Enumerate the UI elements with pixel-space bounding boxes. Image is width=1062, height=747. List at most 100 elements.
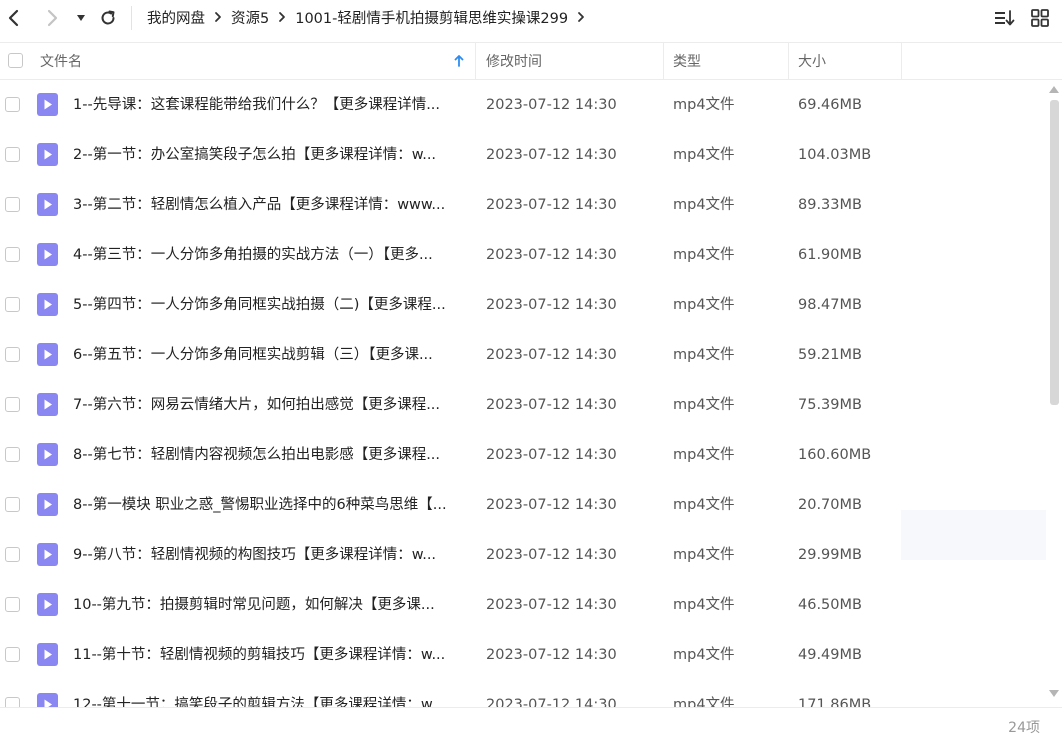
file-size: 20.70MB	[798, 497, 862, 513]
file-modified-time: 2023-07-12 14:30	[486, 497, 617, 513]
breadcrumb-expand-icon[interactable]	[576, 11, 586, 23]
scrollbar-thumb[interactable]	[1050, 100, 1059, 405]
table-row[interactable]: 6--第五节：一人分饰多角同框实战剪辑（三）【更多课... 2023-07-12 …	[0, 330, 1046, 380]
table-row[interactable]: 11--第十节：轻剧情视频的剪辑技巧【更多课程详情：w... 2023-07-12…	[0, 630, 1046, 680]
file-name[interactable]: 4--第三节：一人分饰多角拍摄的实战方法（一）【更多...	[73, 230, 465, 280]
file-name[interactable]: 2--第一节：办公室搞笑段子怎么拍【更多课程详情：w...	[73, 130, 465, 180]
video-file-icon	[37, 393, 58, 416]
file-type: mp4文件	[673, 647, 735, 663]
file-name[interactable]: 11--第十节：轻剧情视频的剪辑技巧【更多课程详情：w...	[73, 630, 465, 680]
column-divider[interactable]	[475, 43, 476, 79]
table-row[interactable]: 7--第六节：网易云情绪大片，如何拍出感觉【更多课程... 2023-07-12 …	[0, 380, 1046, 430]
file-name[interactable]: 8--第一模块 职业之惑_警惕职业选择中的6种菜鸟思维【...	[73, 480, 465, 530]
breadcrumb-item-folder[interactable]: 资源5	[231, 7, 269, 28]
file-name[interactable]: 8--第七节：轻剧情内容视频怎么拍出电影感【更多课程...	[73, 430, 465, 480]
row-checkbox[interactable]	[5, 247, 20, 262]
breadcrumb-separator-icon	[213, 11, 223, 23]
column-header-size-label: 大小	[798, 54, 826, 70]
file-modified-time: 2023-07-12 14:30	[486, 297, 617, 313]
file-type: mp4文件	[673, 547, 735, 563]
file-modified-time: 2023-07-12 14:30	[486, 547, 617, 563]
file-size: 46.50MB	[798, 597, 862, 613]
file-type: mp4文件	[673, 247, 735, 263]
sort-options-button[interactable]	[993, 6, 1017, 30]
column-divider[interactable]	[788, 43, 789, 79]
file-name[interactable]: 7--第六节：网易云情绪大片，如何拍出感觉【更多课程...	[73, 380, 465, 430]
file-type: mp4文件	[673, 497, 735, 513]
history-dropdown-button[interactable]	[73, 8, 89, 28]
breadcrumb-item-current[interactable]: 1001-轻剧情手机拍摄剪辑思维实操课299	[295, 7, 568, 28]
breadcrumb-item-home[interactable]: 我的网盘	[147, 7, 205, 28]
file-size: 61.90MB	[798, 247, 862, 263]
table-row[interactable]: 1--先导课：这套课程能带给我们什么？【更多课程详情... 2023-07-12 …	[0, 80, 1046, 130]
table-row[interactable]: 10--第九节：拍摄剪辑时常见问题，如何解决【更多课... 2023-07-12 …	[0, 580, 1046, 630]
table-row[interactable]: 8--第七节：轻剧情内容视频怎么拍出电影感【更多课程... 2023-07-12 …	[0, 430, 1046, 480]
row-checkbox[interactable]	[5, 597, 20, 612]
row-checkbox[interactable]	[5, 447, 20, 462]
video-file-icon	[37, 543, 58, 566]
row-checkbox[interactable]	[5, 547, 20, 562]
column-header-size[interactable]: 大小	[798, 43, 898, 79]
table-row[interactable]: 9--第八节：轻剧情视频的构图技巧【更多课程详情：w... 2023-07-12 …	[0, 530, 1046, 580]
vertical-scrollbar[interactable]	[1046, 80, 1062, 707]
file-name[interactable]: 10--第九节：拍摄剪辑时常见问题，如何解决【更多课...	[73, 580, 465, 630]
row-checkbox[interactable]	[5, 697, 20, 707]
breadcrumb-separator-icon	[277, 11, 287, 23]
row-checkbox[interactable]	[5, 197, 20, 212]
file-name[interactable]: 6--第五节：一人分饰多角同框实战剪辑（三）【更多课...	[73, 330, 465, 380]
row-checkbox[interactable]	[5, 347, 20, 362]
file-type: mp4文件	[673, 697, 735, 707]
table-row[interactable]: 8--第一模块 职业之惑_警惕职业选择中的6种菜鸟思维【... 2023-07-1…	[0, 480, 1046, 530]
file-name[interactable]: 1--先导课：这套课程能带给我们什么？【更多课程详情...	[73, 80, 465, 130]
select-all-checkbox[interactable]	[8, 53, 23, 68]
row-checkbox[interactable]	[5, 647, 20, 662]
back-button[interactable]	[2, 5, 26, 31]
chevron-right-icon	[47, 9, 58, 27]
row-checkbox[interactable]	[5, 497, 20, 512]
file-modified-time: 2023-07-12 14:30	[486, 697, 617, 707]
file-type: mp4文件	[673, 347, 735, 363]
row-checkbox[interactable]	[5, 397, 20, 412]
file-name[interactable]: 12--第十一节：搞笑段子的剪辑方法【更多课程详情：w...	[73, 680, 465, 707]
file-size: 171.86MB	[798, 697, 872, 707]
table-row[interactable]: 12--第十一节：搞笑段子的剪辑方法【更多课程详情：w... 2023-07-12…	[0, 680, 1046, 707]
refresh-button[interactable]	[96, 5, 120, 31]
table-row[interactable]: 5--第四节：一人分饰多角同框实战拍摄（二)【更多课程... 2023-07-12…	[0, 280, 1046, 330]
scroll-up-arrow-icon[interactable]	[1049, 86, 1059, 93]
row-checkbox[interactable]	[5, 147, 20, 162]
forward-button[interactable]	[40, 5, 64, 31]
file-size: 49.49MB	[798, 647, 862, 663]
file-size: 160.60MB	[798, 447, 872, 463]
scroll-down-arrow-icon[interactable]	[1049, 690, 1059, 697]
file-size: 98.47MB	[798, 297, 862, 313]
file-type: mp4文件	[673, 597, 735, 613]
video-file-icon	[37, 593, 58, 616]
sort-ascending-icon[interactable]	[454, 43, 468, 79]
table-row[interactable]: 4--第三节：一人分饰多角拍摄的实战方法（一）【更多... 2023-07-12 …	[0, 230, 1046, 280]
view-mode-button[interactable]	[1028, 6, 1052, 30]
file-type: mp4文件	[673, 197, 735, 213]
file-name[interactable]: 9--第八节：轻剧情视频的构图技巧【更多课程详情：w...	[73, 530, 465, 580]
file-name[interactable]: 3--第二节：轻剧情怎么植入产品【更多课程详情：www...	[73, 180, 465, 230]
file-type: mp4文件	[673, 97, 735, 113]
caret-down-icon	[77, 15, 85, 21]
table-row[interactable]: 3--第二节：轻剧情怎么植入产品【更多课程详情：www... 2023-07-12…	[0, 180, 1046, 230]
nav-divider	[131, 6, 132, 30]
column-divider[interactable]	[663, 43, 664, 79]
column-divider[interactable]	[901, 43, 902, 79]
column-header-modified-label: 修改时间	[486, 54, 542, 70]
video-file-icon	[37, 293, 58, 316]
row-checkbox[interactable]	[5, 297, 20, 312]
row-checkbox[interactable]	[5, 97, 20, 112]
file-modified-time: 2023-07-12 14:30	[486, 347, 617, 363]
file-list[interactable]: 1--先导课：这套课程能带给我们什么？【更多课程详情... 2023-07-12 …	[0, 80, 1046, 707]
table-row[interactable]: 2--第一节：办公室搞笑段子怎么拍【更多课程详情：w... 2023-07-12 …	[0, 130, 1046, 180]
column-header-type-label: 类型	[673, 54, 701, 70]
column-header-name-label: 文件名	[40, 54, 82, 70]
column-header-name[interactable]: 文件名	[40, 43, 470, 79]
file-modified-time: 2023-07-12 14:30	[486, 247, 617, 263]
file-name[interactable]: 5--第四节：一人分饰多角同框实战拍摄（二)【更多课程...	[73, 280, 465, 330]
column-header-modified[interactable]: 修改时间	[486, 43, 656, 79]
file-size: 104.03MB	[798, 147, 872, 163]
column-header-type[interactable]: 类型	[673, 43, 783, 79]
